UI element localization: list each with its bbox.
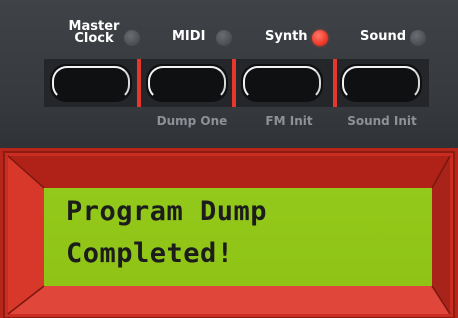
button-separator	[333, 59, 337, 107]
master-clock-label-line2: Clock	[74, 31, 114, 46]
synth-led	[312, 30, 328, 46]
sound-label: Sound	[360, 29, 407, 44]
synth-device: Master Clock MIDI Synth Sound Dump One F…	[0, 0, 458, 318]
synth-label: Synth	[265, 29, 308, 44]
sound-button[interactable]	[340, 64, 422, 102]
lcd-line-1: Program Dump	[66, 196, 268, 227]
midi-label: MIDI	[172, 29, 206, 44]
sound-init-label: Sound Init	[347, 114, 417, 128]
button-separator	[232, 59, 236, 107]
sound-led	[410, 30, 426, 46]
dump-one-label: Dump One	[156, 114, 228, 128]
fm-init-label: FM Init	[265, 114, 313, 128]
midi-led	[216, 30, 232, 46]
button-separator	[137, 59, 141, 107]
midi-button[interactable]	[146, 64, 228, 102]
master-clock-button[interactable]	[50, 64, 132, 102]
master-clock-led	[124, 30, 140, 46]
synth-button[interactable]	[241, 64, 323, 102]
lcd-line-2: Completed!	[66, 238, 234, 269]
master-clock-label: Master Clock	[66, 20, 122, 46]
